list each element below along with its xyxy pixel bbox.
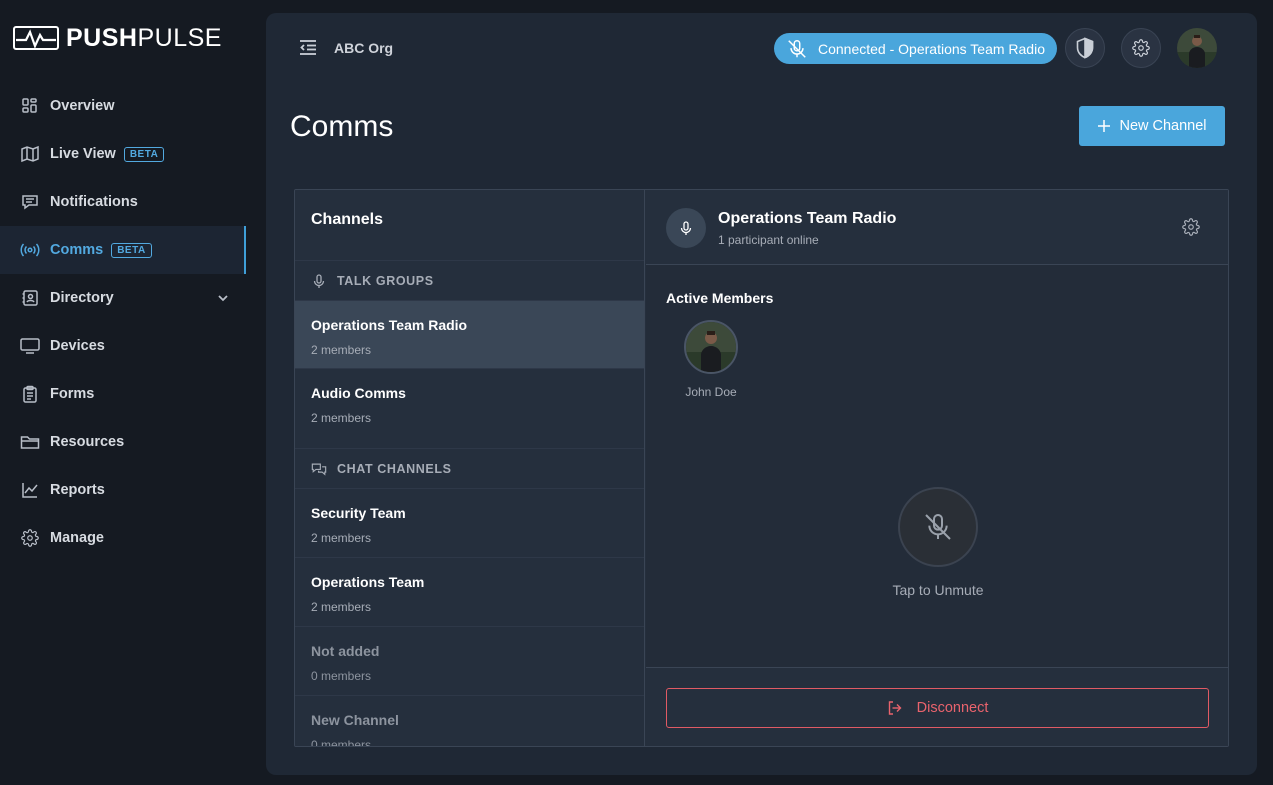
sidebar-item-comms[interactable]: Comms BETA	[0, 226, 246, 274]
participants-count: 1 participant online	[718, 233, 819, 247]
channel-members: 0 members	[311, 669, 372, 683]
channel-members: 2 members	[311, 411, 372, 425]
org-name[interactable]: ABC Org	[334, 40, 393, 56]
sidebar-item-overview[interactable]: Overview	[0, 82, 246, 130]
pulse-logo-icon	[13, 26, 59, 50]
mic-muted-icon	[925, 514, 951, 540]
talk-groups-header: TALK GROUPS	[295, 260, 644, 300]
member-name: John Doe	[685, 385, 737, 399]
channels-title: Channels	[311, 211, 384, 228]
contact-card-icon	[20, 288, 40, 308]
map-icon	[20, 144, 40, 164]
settings-button[interactable]	[1121, 28, 1161, 68]
sidebar-nav: Overview Live View BETA Notifications Co…	[0, 82, 246, 562]
channel-title: Operations Team Radio	[718, 210, 897, 227]
overview-icon	[20, 96, 40, 116]
chart-line-icon	[20, 480, 40, 500]
sidebar-item-resources[interactable]: Resources	[0, 418, 246, 466]
mic-muted-icon	[788, 39, 806, 58]
disconnect-button[interactable]: Disconnect	[666, 688, 1209, 728]
monitor-icon	[20, 336, 40, 356]
sidebar-item-forms[interactable]: Forms	[0, 370, 246, 418]
sidebar-item-devices[interactable]: Devices	[0, 322, 246, 370]
sidebar-item-label: Resources	[50, 434, 125, 450]
sidebar-item-label: Overview	[50, 98, 115, 114]
beta-badge: BETA	[123, 146, 165, 162]
channel-item[interactable]: Audio Comms 2 members	[295, 368, 644, 436]
channel-name: New Channel	[311, 712, 399, 728]
sidebar-item-directory[interactable]: Directory	[0, 274, 246, 322]
channel-detail: Operations Team Radio 1 participant onli…	[646, 190, 1228, 746]
shield-icon	[1076, 37, 1094, 59]
menu-collapse-icon[interactable]	[298, 37, 318, 57]
plus-icon	[1098, 120, 1111, 132]
channel-detail-footer: Disconnect	[646, 667, 1228, 746]
channel-detail-header: Operations Team Radio 1 participant onli…	[646, 190, 1228, 265]
logo[interactable]: PUSHPULSE	[12, 23, 222, 53]
main-panel: ABC Org Connected - Operations Team Radi…	[266, 13, 1257, 775]
channel-item[interactable]: New Channel 0 members	[295, 695, 644, 747]
chat-bubbles-icon	[311, 463, 327, 476]
channel-name: Audio Comms	[311, 385, 406, 401]
sidebar-item-manage[interactable]: Manage	[0, 514, 246, 562]
channel-members: 2 members	[311, 531, 372, 545]
comms-container: Channels TALK GROUPS Operations Team Rad…	[294, 189, 1229, 747]
user-avatar[interactable]	[1177, 28, 1217, 68]
channel-name: Operations Team Radio	[311, 317, 468, 333]
gear-icon	[1132, 39, 1150, 57]
sidebar-item-label: Forms	[50, 386, 95, 402]
sidebar-item-notifications[interactable]: Notifications	[0, 178, 246, 226]
sidebar-item-label: Reports	[50, 482, 105, 498]
channels-list: Channels TALK GROUPS Operations Team Rad…	[295, 190, 645, 747]
beta-badge: BETA	[111, 242, 152, 258]
disconnect-label: Disconnect	[916, 700, 989, 716]
chevron-down-icon[interactable]	[216, 291, 230, 305]
sidebar-item-label: Comms	[50, 242, 104, 258]
microphone-icon	[313, 273, 325, 288]
active-members-title: Active Members	[666, 290, 774, 306]
sidebar-item-label: Live View	[50, 146, 116, 162]
sidebar-item-label: Manage	[50, 530, 104, 546]
channel-item[interactable]: Security Team 2 members	[295, 488, 644, 556]
channel-avatar	[666, 208, 706, 248]
microphone-icon	[680, 221, 692, 235]
new-channel-button[interactable]: New Channel	[1079, 106, 1225, 146]
folder-icon	[20, 432, 40, 452]
channel-name: Operations Team	[311, 574, 425, 590]
sidebar-item-reports[interactable]: Reports	[0, 466, 246, 514]
clipboard-icon	[20, 384, 40, 404]
sidebar-item-label: Notifications	[50, 194, 138, 210]
avatar-photo	[686, 322, 736, 372]
sidebar-item-label: Directory	[50, 290, 114, 306]
channel-name: Security Team	[311, 505, 406, 521]
channel-members: 2 members	[311, 600, 372, 614]
chat-channels-label: CHAT CHANNELS	[337, 461, 452, 476]
unmute-button[interactable]	[898, 487, 978, 567]
channel-name: Not added	[311, 643, 380, 659]
notifications-icon	[20, 192, 40, 212]
talk-groups-label: TALK GROUPS	[337, 273, 434, 288]
member-avatar[interactable]	[684, 320, 738, 374]
unmute-label: Tap to Unmute	[892, 582, 984, 598]
connection-status-pill[interactable]: Connected - Operations Team Radio	[774, 33, 1057, 64]
channel-item[interactable]: Operations Team Radio 2 members	[295, 300, 644, 368]
chat-channels-header: CHAT CHANNELS	[295, 448, 644, 488]
new-channel-label: New Channel	[1119, 118, 1207, 134]
radio-waves-icon	[20, 240, 40, 260]
brand-name: PUSHPULSE	[66, 23, 222, 52]
gear-icon	[20, 528, 40, 548]
exit-icon	[888, 701, 902, 715]
shield-button[interactable]	[1065, 28, 1105, 68]
channel-item[interactable]: Not added 0 members	[295, 626, 644, 694]
sidebar-item-label: Devices	[50, 338, 105, 354]
sidebar-item-live-view[interactable]: Live View BETA	[0, 130, 246, 178]
sidebar: PUSHPULSE Overview Live View BETA Notifi…	[0, 0, 246, 785]
gear-icon[interactable]	[1182, 218, 1200, 236]
avatar-photo	[1177, 28, 1217, 68]
channel-item[interactable]: Operations Team 2 members	[295, 557, 644, 625]
channel-members: 0 members	[311, 738, 372, 747]
page-title: Comms	[290, 110, 394, 143]
channel-members: 2 members	[311, 343, 372, 357]
connection-status-text: Connected - Operations Team Radio	[818, 40, 1045, 57]
